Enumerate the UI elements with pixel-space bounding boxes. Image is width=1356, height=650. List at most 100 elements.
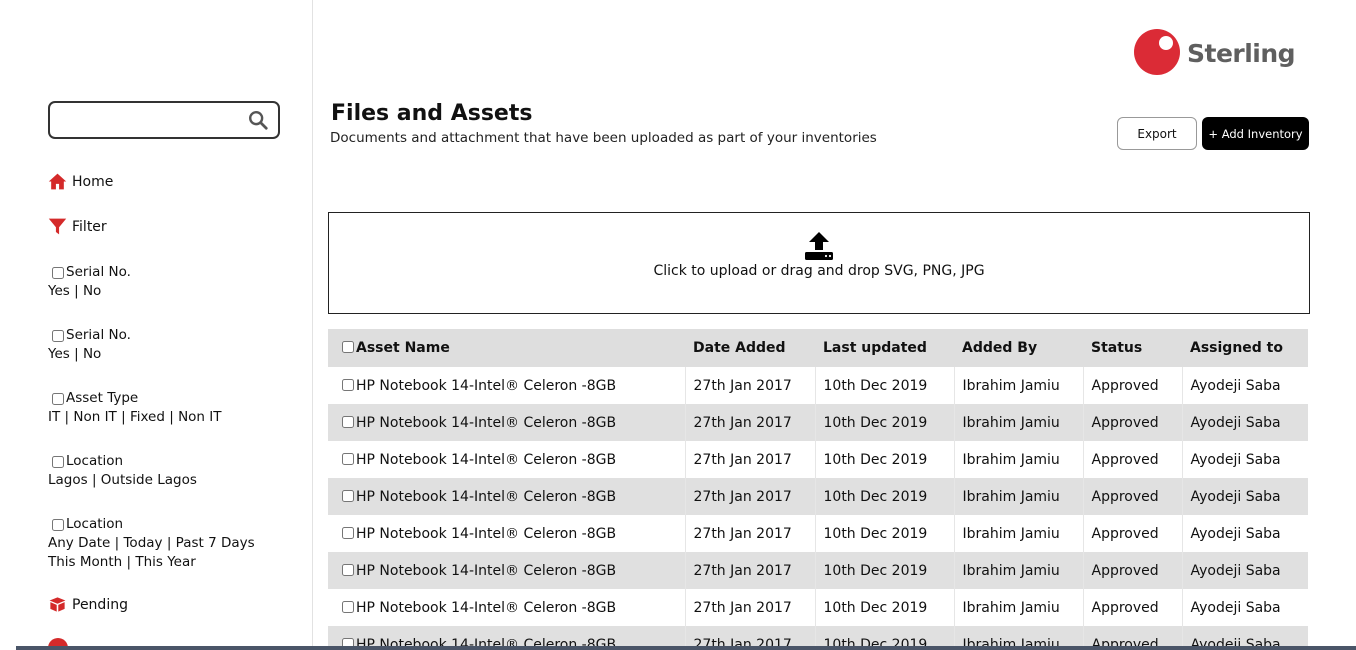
export-button[interactable]: Export	[1117, 117, 1197, 150]
sidebar-item-home[interactable]: Home	[48, 172, 113, 191]
cell-date-added: 27th Jan 2017	[685, 515, 816, 552]
asset-name-text: HP Notebook 14-Intel® Celeron -8GB	[356, 525, 617, 542]
cell-date-added: 27th Jan 2017	[685, 367, 816, 404]
page-subtitle: Documents and attachment that have been …	[330, 130, 877, 146]
table-row[interactable]: HP Notebook 14-Intel® Celeron -8GB 27th J…	[328, 515, 1308, 552]
cell-added-by: Ibrahim Jamiu	[954, 404, 1084, 441]
filter-option[interactable]: Yes	[48, 346, 70, 362]
row-checkbox[interactable]	[342, 489, 354, 502]
asset-name-text: HP Notebook 14-Intel® Celeron -8GB	[356, 488, 617, 505]
filter-group-location: Location Lagos | Outside Lagos	[48, 452, 197, 490]
filter-checkbox[interactable]	[52, 266, 64, 279]
bottom-taskbar	[16, 646, 1356, 650]
filter-checkbox[interactable]	[52, 518, 64, 531]
cell-asset-name: HP Notebook 14-Intel® Celeron -8GB	[328, 478, 686, 515]
filter-options: Lagos | Outside Lagos	[48, 472, 197, 488]
column-header-added-by[interactable]: Added By	[954, 329, 1083, 367]
upload-dropzone[interactable]: Click to upload or drag and drop SVG, PN…	[328, 212, 1310, 314]
sidebar-item-filter[interactable]: Filter	[48, 217, 107, 236]
filter-title: Location	[66, 516, 124, 532]
filter-checkbox[interactable]	[52, 455, 64, 468]
upload-instructions: Click to upload or drag and drop SVG, PN…	[653, 263, 985, 279]
search-icon[interactable]	[247, 109, 269, 131]
filter-option[interactable]: No	[83, 283, 101, 299]
row-checkbox[interactable]	[342, 563, 354, 576]
filter-option[interactable]: Past 7 Days	[176, 535, 255, 551]
column-header-asset-name[interactable]: Asset Name	[328, 329, 685, 367]
column-header-last-updated[interactable]: Last updated	[815, 329, 954, 367]
filter-option[interactable]: This Month	[48, 554, 122, 570]
filter-options: This Month | This Year	[48, 554, 196, 570]
row-checkbox[interactable]	[342, 526, 354, 539]
filter-group-date: Location Any Date | Today | Past 7 Days …	[48, 515, 255, 572]
row-checkbox[interactable]	[342, 637, 354, 646]
select-all-checkbox[interactable]	[342, 341, 354, 353]
filter-option[interactable]: IT	[48, 409, 60, 425]
table-body: HP Notebook 14-Intel® Celeron -8GB 27th J…	[328, 367, 1308, 646]
box-icon	[49, 597, 66, 612]
asset-name-text: HP Notebook 14-Intel® Celeron -8GB	[356, 562, 617, 579]
row-checkbox[interactable]	[342, 452, 354, 465]
cell-date-added: 27th Jan 2017	[685, 441, 816, 478]
filter-option[interactable]: Yes	[48, 283, 70, 299]
page-title: Files and Assets	[331, 101, 533, 126]
cell-assigned-to: Ayodeji Saba	[1190, 414, 1281, 431]
filter-option[interactable]: Any Date	[48, 535, 110, 551]
upload-icon	[805, 232, 833, 260]
cell-assigned-to: Ayodeji Saba	[1190, 377, 1281, 394]
cell-added-by: Ibrahim Jamiu	[954, 626, 1084, 646]
table-row[interactable]: HP Notebook 14-Intel® Celeron -8GB 27th J…	[328, 367, 1308, 404]
cell-status: Approved	[1083, 404, 1183, 441]
filter-option[interactable]: Lagos	[48, 472, 88, 488]
cell-added-by: Ibrahim Jamiu	[954, 515, 1084, 552]
assets-table-container: Asset Name Date Added Last updated Added…	[328, 329, 1310, 646]
sterling-logo-icon	[1134, 29, 1180, 75]
filter-option[interactable]: Non IT	[178, 409, 221, 425]
sidebar-item-label: Home	[72, 173, 114, 190]
cell-asset-name: HP Notebook 14-Intel® Celeron -8GB	[328, 404, 686, 441]
filter-option[interactable]: No	[83, 346, 101, 362]
table-row[interactable]: HP Notebook 14-Intel® Celeron -8GB 27th J…	[328, 626, 1308, 646]
asset-name-text: HP Notebook 14-Intel® Celeron -8GB	[356, 451, 617, 468]
cell-asset-name: HP Notebook 14-Intel® Celeron -8GB	[328, 626, 686, 646]
search-input[interactable]	[58, 105, 238, 135]
cell-status: Approved	[1083, 552, 1183, 589]
filter-options: Any Date | Today | Past 7 Days	[48, 535, 255, 551]
filter-title: Serial No.	[66, 327, 131, 343]
table-row[interactable]: HP Notebook 14-Intel® Celeron -8GB 27th J…	[328, 478, 1308, 515]
table-row[interactable]: HP Notebook 14-Intel® Celeron -8GB 27th J…	[328, 589, 1308, 626]
row-checkbox[interactable]	[342, 415, 354, 428]
filter-option[interactable]: This Year	[135, 554, 195, 570]
cell-last-updated: 10th Dec 2019	[815, 515, 955, 552]
cell-added-by: Ibrahim Jamiu	[954, 552, 1084, 589]
column-header-date-added[interactable]: Date Added	[685, 329, 815, 367]
cell-date-added: 27th Jan 2017	[685, 478, 816, 515]
filter-option[interactable]: Non IT	[73, 409, 116, 425]
filter-group-serial-2: Serial No. Yes | No	[48, 326, 131, 364]
cell-status: Approved	[1083, 441, 1183, 478]
cell-status: Approved	[1083, 589, 1183, 626]
filter-checkbox[interactable]	[52, 329, 64, 342]
filter-checkbox[interactable]	[52, 392, 64, 405]
add-inventory-button[interactable]: + Add Inventory	[1202, 117, 1309, 150]
cell-status: Approved	[1083, 367, 1183, 404]
column-header-status[interactable]: Status	[1083, 329, 1182, 367]
filter-option[interactable]: Today	[123, 535, 162, 551]
filter-option[interactable]: Outside Lagos	[101, 472, 197, 488]
filter-option[interactable]: Fixed	[130, 409, 165, 425]
cell-added-by: Ibrahim Jamiu	[954, 367, 1084, 404]
table-row[interactable]: HP Notebook 14-Intel® Celeron -8GB 27th J…	[328, 552, 1308, 589]
table-row[interactable]: HP Notebook 14-Intel® Celeron -8GB 27th J…	[328, 404, 1308, 441]
table-header-row: Asset Name Date Added Last updated Added…	[328, 329, 1308, 367]
search-box[interactable]	[48, 101, 280, 139]
row-checkbox[interactable]	[342, 378, 354, 391]
filter-icon	[48, 218, 67, 235]
cell-last-updated: 10th Dec 2019	[815, 552, 955, 589]
cell-status: Approved	[1083, 515, 1183, 552]
column-header-assigned-to[interactable]: Assigned to	[1182, 329, 1308, 367]
table-row[interactable]: HP Notebook 14-Intel® Celeron -8GB 27th J…	[328, 441, 1308, 478]
row-checkbox[interactable]	[342, 600, 354, 613]
cell-last-updated: 10th Dec 2019	[815, 441, 955, 478]
cell-added-by: Ibrahim Jamiu	[954, 441, 1084, 478]
sidebar-item-pending[interactable]: Pending	[48, 595, 128, 614]
